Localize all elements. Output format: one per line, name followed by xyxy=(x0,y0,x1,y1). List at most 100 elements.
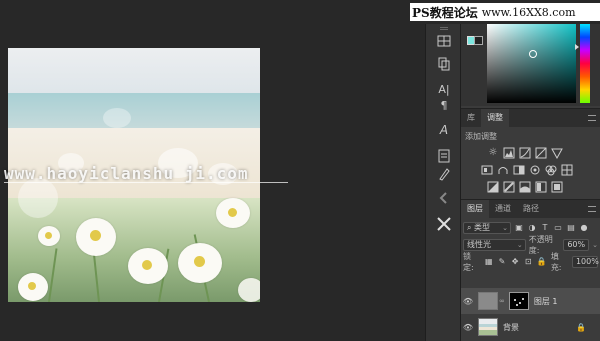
add-adjustment-title: 添加调整 xyxy=(465,132,497,141)
background-color-swatch[interactable] xyxy=(474,36,483,45)
character-icon[interactable]: A| xyxy=(436,82,452,98)
tool-presets-icon[interactable] xyxy=(436,216,452,232)
color-picker-field[interactable] xyxy=(487,24,576,103)
fill-field[interactable]: 100% xyxy=(571,256,599,268)
pixel-filter-icon[interactable]: ▣ xyxy=(514,223,524,233)
blurred-flower xyxy=(103,108,131,128)
layers-panel-menu-icon[interactable] xyxy=(588,206,596,212)
link-chain-icon[interactable]: ∞ xyxy=(499,297,505,305)
layer-kind-dropdown[interactable]: ⌕ 类型 ⌄ xyxy=(463,222,511,234)
search-icon: ⌕ xyxy=(467,223,472,232)
canvas-sea xyxy=(8,93,260,128)
blend-mode-dropdown[interactable]: 线性光 ⌄ xyxy=(463,239,526,251)
levels-icon[interactable] xyxy=(503,147,515,159)
site-name: PS教程论坛 xyxy=(412,5,478,20)
layer-name[interactable]: 图层 1 xyxy=(534,296,558,307)
visibility-eye-icon[interactable]: 👁 xyxy=(461,323,475,332)
opacity-field[interactable]: 60% xyxy=(563,239,590,251)
curves-icon[interactable] xyxy=(519,147,531,159)
fill-value: 100% xyxy=(575,257,599,266)
lock-icon[interactable]: 🔒 xyxy=(576,323,586,332)
threshold-icon[interactable] xyxy=(519,181,531,193)
glyph-icon[interactable]: A xyxy=(436,122,452,138)
watermark-underline xyxy=(4,182,288,183)
tab-adjustments[interactable]: 调整 xyxy=(481,109,509,127)
shape-filter-icon[interactable]: ▭ xyxy=(553,223,563,233)
exposure-icon[interactable] xyxy=(535,147,547,159)
mask-speck xyxy=(513,299,516,301)
layer-thumbnail xyxy=(478,318,498,336)
lock-all-icon[interactable]: 🔒 xyxy=(537,257,547,267)
tab-layers[interactable]: 图层 xyxy=(461,200,489,218)
layers-panel: 图层 通道 路径 ⌕ 类型 ⌄ ▣ ◑ T ▭ ▤ ● 线性光 ⌄ 不透明度: … xyxy=(461,199,600,341)
adjustment-row-3 xyxy=(487,181,563,193)
layer-mask-thumbnail[interactable] xyxy=(508,292,529,310)
strip-grip[interactable] xyxy=(440,27,448,30)
hue-slider-arrow[interactable] xyxy=(575,44,579,50)
fill-label: 填充: xyxy=(550,252,562,272)
opacity-value: 60% xyxy=(567,240,586,249)
lock-artboard-icon[interactable]: ⊡ xyxy=(524,257,533,267)
daisy-center xyxy=(194,256,205,267)
gradient-map-icon[interactable] xyxy=(535,181,547,193)
posterize-icon[interactable] xyxy=(503,181,515,193)
lock-position-icon[interactable]: ✥ xyxy=(511,257,520,267)
tab-library[interactable]: 库 xyxy=(461,109,481,127)
daisy-center xyxy=(90,230,101,241)
chevron-down-icon[interactable]: ⌄ xyxy=(592,241,598,249)
filter-toggle-icon[interactable]: ● xyxy=(579,223,589,233)
adjustments-panel: 库 调整 添加调整 ☼ xyxy=(461,108,600,198)
right-panels: 库 调整 添加调整 ☼ 图层 通道 路径 ⌕ 类型 ⌄ ▣ ◑ T ▭ ▤ ● … xyxy=(461,24,600,341)
lock-fill-row: 锁定: ▦ ✎ ✥ ⊡ 🔒 填充: 100% xyxy=(463,252,599,272)
adjustment-filter-icon[interactable]: ◑ xyxy=(527,223,537,233)
notes-icon[interactable] xyxy=(436,148,452,164)
layer-thumbnail xyxy=(478,292,498,310)
blend-mode-value: 线性光 xyxy=(467,240,491,249)
clone-source-icon[interactable] xyxy=(436,56,452,72)
color-picker-ring[interactable] xyxy=(529,50,537,58)
panel-menu-icon[interactable] xyxy=(588,115,596,121)
layers-tabs: 图层 通道 路径 xyxy=(461,200,600,218)
blend-opacity-row: 线性光 ⌄ 不透明度: 60% ⌄ xyxy=(463,235,598,255)
watermark-url: www.haoyiclanshu ji.com xyxy=(4,164,249,183)
tab-channels[interactable]: 通道 xyxy=(489,200,517,218)
tab-paths[interactable]: 路径 xyxy=(517,200,545,218)
lock-image-icon[interactable]: ✎ xyxy=(497,257,506,267)
paragraph-icon[interactable]: ¶ xyxy=(436,98,452,114)
vibrance-icon[interactable] xyxy=(551,147,563,160)
brush-preset-icon[interactable] xyxy=(436,166,452,182)
hue-slider[interactable] xyxy=(580,24,590,103)
site-banner: PS教程论坛 www.16XX8.com xyxy=(410,3,600,21)
site-url: www.16XX8.com xyxy=(481,5,576,19)
visibility-eye-icon[interactable]: 👁 xyxy=(461,297,475,306)
photoshop-workspace: www.haoyiclanshu ji.com PS教程论坛 www.16XX8… xyxy=(0,0,600,341)
history-icon[interactable] xyxy=(436,190,452,206)
color-lookup-icon[interactable] xyxy=(561,164,573,176)
adjustments-tabs: 库 调整 xyxy=(461,109,600,127)
black-white-icon[interactable] xyxy=(513,164,525,176)
lock-label: 锁定: xyxy=(463,252,474,272)
adjustment-row-1: ☼ xyxy=(487,147,563,160)
blurred-flower xyxy=(18,178,58,218)
lock-transparency-icon[interactable]: ▦ xyxy=(484,257,493,267)
photo-filter-icon[interactable] xyxy=(529,164,541,176)
channel-mixer-icon[interactable] xyxy=(545,164,557,176)
hue-saturation-icon[interactable] xyxy=(481,164,493,176)
color-balance-icon[interactable] xyxy=(497,164,509,176)
mask-speck xyxy=(518,302,521,304)
smart-object-filter-icon[interactable]: ▤ xyxy=(566,223,576,233)
chevron-down-icon: ⌄ xyxy=(516,241,523,249)
layer-name[interactable]: 背景 xyxy=(503,322,519,333)
selective-color-icon[interactable] xyxy=(551,181,563,193)
mask-speck xyxy=(515,304,518,306)
layer-row[interactable]: 👁 背景 🔒 xyxy=(461,314,600,340)
daisy-center xyxy=(45,232,52,239)
brightness-contrast-icon[interactable]: ☼ xyxy=(487,147,499,159)
type-filter-icon[interactable]: T xyxy=(540,223,550,233)
swatches-icon[interactable] xyxy=(436,33,452,49)
invert-icon[interactable] xyxy=(487,181,499,193)
mask-speck xyxy=(521,298,524,300)
daisy-center xyxy=(28,282,36,290)
daisy-flower xyxy=(238,278,260,302)
layer-row[interactable]: 👁 ∞ 图层 1 xyxy=(461,288,600,314)
